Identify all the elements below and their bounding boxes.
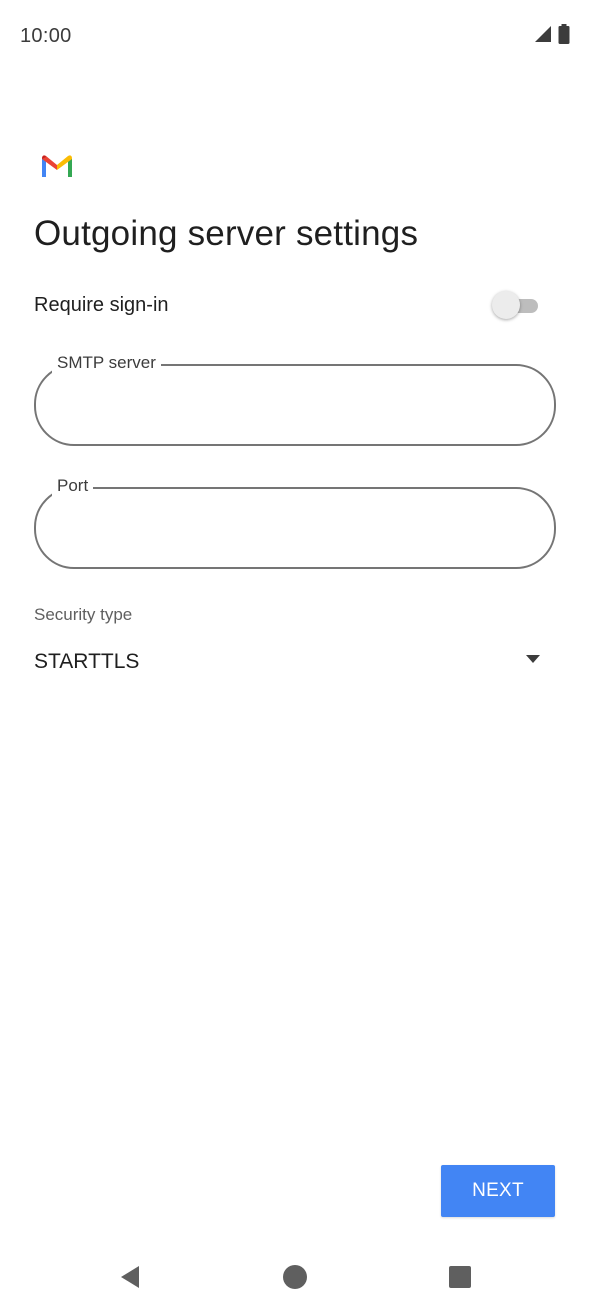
recents-button[interactable] [445, 1264, 475, 1294]
status-bar: 10:00 [0, 0, 590, 72]
battery-icon [558, 23, 570, 49]
back-button[interactable] [115, 1264, 145, 1294]
home-button[interactable] [280, 1264, 310, 1294]
back-icon [118, 1265, 142, 1294]
security-type-label: Security type [34, 605, 133, 624]
smtp-server-field[interactable]: SMTP server [34, 353, 556, 446]
home-icon [282, 1264, 308, 1295]
security-type-value: STARTTLS [34, 650, 140, 673]
security-type-dropdown[interactable]: STARTTLS [34, 640, 544, 684]
status-time: 10:00 [20, 25, 72, 47]
require-sign-in-switch[interactable] [492, 289, 542, 321]
next-button[interactable]: NEXT [441, 1165, 555, 1217]
smtp-server-label: SMTP server [52, 353, 161, 373]
port-label: Port [52, 476, 94, 496]
recents-icon [448, 1265, 472, 1294]
status-icons [534, 23, 570, 49]
switch-thumb [492, 291, 520, 319]
gmail-logo [40, 153, 74, 179]
dropdown-arrow-icon [526, 650, 540, 663]
cellular-signal-icon [534, 25, 552, 48]
require-sign-in-label: Require sign-in [34, 294, 169, 316]
smtp-server-input[interactable] [58, 384, 532, 426]
system-nav-bar [0, 1250, 590, 1306]
port-field[interactable]: Port [34, 476, 556, 569]
port-input[interactable] [58, 507, 532, 549]
page-title: Outgoing server settings [34, 214, 419, 253]
require-sign-in-row[interactable]: Require sign-in [34, 285, 544, 325]
